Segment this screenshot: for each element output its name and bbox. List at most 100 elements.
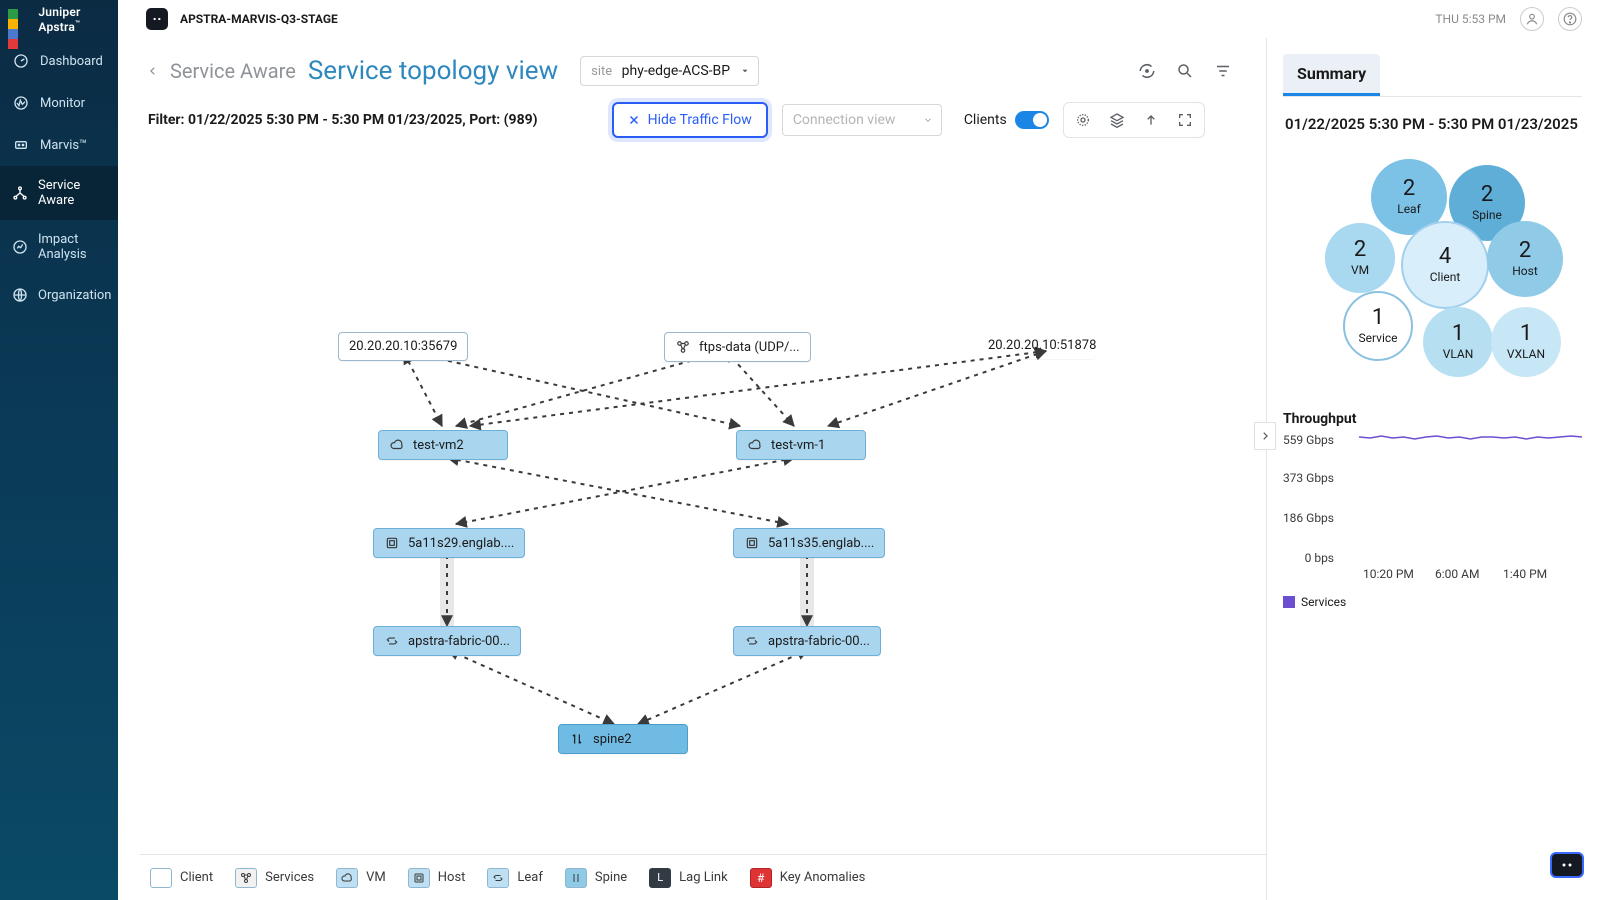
xtick: 10:20 PM	[1363, 567, 1414, 581]
node-spine[interactable]: spine2	[558, 724, 688, 754]
brand: Juniper Apstra™	[0, 0, 118, 38]
site-select[interactable]: site phy-edge-ACS-BP	[580, 56, 759, 86]
refresh-button[interactable]	[1134, 58, 1160, 84]
cloud-vm-icon	[389, 437, 405, 453]
bubble-vm[interactable]: 2VM	[1325, 223, 1395, 293]
ytick: 186 Gbps	[1264, 511, 1334, 525]
sidebar-item-label: Impact Analysis	[38, 232, 106, 262]
brand-name: Juniper Apstra™	[38, 5, 110, 34]
services-icon	[235, 868, 257, 888]
tab-summary[interactable]: Summary	[1283, 54, 1380, 96]
spine-switch-icon	[569, 731, 585, 747]
analysis-icon	[12, 238, 28, 256]
hide-traffic-button[interactable]: Hide Traffic Flow	[612, 102, 768, 138]
center-focus-button[interactable]	[1070, 107, 1096, 133]
connection-view-select[interactable]: Connection view	[782, 104, 942, 136]
node-label: test-vm-1	[771, 438, 825, 453]
node-label: 20.20.20.10:51878	[988, 338, 1096, 353]
topology-canvas[interactable]: 20.20.20.10:35679 ftps-data (UDP/... 20.…	[148, 168, 1256, 840]
legend-spine: Spine	[565, 868, 627, 888]
site-select-label: site	[591, 64, 612, 79]
leaf-switch-icon	[744, 633, 760, 649]
links-layer	[148, 168, 1256, 840]
throughput-legend: Services	[1283, 595, 1582, 609]
legend: Client Services VM Host Leaf Spine LLag …	[140, 854, 1266, 900]
node-leaf-1[interactable]: apstra-fabric-00...	[373, 626, 521, 656]
filter-button[interactable]	[1210, 58, 1236, 84]
layers-button[interactable]	[1104, 107, 1130, 133]
service-icon	[675, 339, 691, 355]
brand-logo-icon	[8, 9, 24, 29]
help-icon[interactable]	[1558, 7, 1582, 31]
node-label: 5a11s29.englab....	[408, 536, 514, 551]
fullscreen-button[interactable]	[1172, 107, 1198, 133]
activity-icon	[12, 94, 30, 112]
upload-button[interactable]	[1138, 107, 1164, 133]
page-title: Service topology view	[308, 56, 558, 86]
ytick: 559 Gbps	[1264, 433, 1334, 447]
throughput-sparkline	[1359, 431, 1582, 443]
sidebar-item-marvis[interactable]: Marvis™	[0, 124, 118, 166]
user-icon[interactable]	[1520, 7, 1544, 31]
bubble-vlan[interactable]: 1VLAN	[1423, 307, 1493, 377]
legend-host: Host	[408, 868, 466, 888]
main: Service Aware Service topology view site…	[118, 38, 1598, 900]
title-row: Service Aware Service topology view site…	[118, 38, 1266, 86]
caret-down-icon	[740, 66, 750, 76]
summary-panel: Summary 01/22/2025 5:30 PM - 5:30 PM 01/…	[1266, 38, 1598, 900]
node-label: apstra-fabric-00...	[408, 634, 510, 649]
summary-tabs: Summary	[1283, 54, 1582, 96]
bubble-client[interactable]: 4Client	[1401, 221, 1489, 309]
env-badge-icon	[146, 8, 168, 30]
legend-vm: VM	[336, 868, 386, 888]
node-service[interactable]: ftps-data (UDP/...	[664, 332, 811, 362]
sidebar-item-monitor[interactable]: Monitor	[0, 82, 118, 124]
node-host-2[interactable]: 5a11s35.englab....	[733, 528, 885, 558]
marvis-assistant-button[interactable]	[1550, 852, 1584, 878]
node-vm-2[interactable]: test-vm-1	[736, 430, 866, 460]
connection-view-placeholder: Connection view	[793, 112, 896, 128]
sidebar-item-impact-analysis[interactable]: Impact Analysis	[0, 220, 118, 274]
title-actions	[1134, 58, 1236, 84]
sidebar-item-label: Dashboard	[40, 54, 103, 69]
node-client-2[interactable]: 20.20.20.10:51878	[988, 332, 1096, 359]
vm-icon	[336, 868, 358, 888]
search-button[interactable]	[1172, 58, 1198, 84]
leaf-icon	[487, 868, 509, 888]
legend-swatch	[1283, 596, 1295, 608]
host-icon	[744, 535, 760, 551]
bubble-vxlan[interactable]: 1VXLAN	[1491, 307, 1561, 377]
xtick: 1:40 PM	[1503, 567, 1547, 581]
bot-icon	[12, 136, 30, 154]
legend-services: Services	[235, 868, 314, 888]
site-select-value: phy-edge-ACS-BP	[622, 63, 730, 79]
spine-icon	[565, 868, 587, 888]
globe-icon	[12, 286, 28, 304]
throughput-title: Throughput	[1283, 411, 1582, 427]
node-vm-1[interactable]: test-vm2	[378, 430, 508, 460]
node-label: ftps-data (UDP/...	[699, 340, 800, 355]
sidebar-item-organization[interactable]: Organization	[0, 274, 118, 316]
breadcrumb-parent[interactable]: Service Aware	[170, 59, 296, 83]
legend-anomalies: #Key Anomalies	[750, 868, 866, 888]
node-leaf-2[interactable]: apstra-fabric-00...	[733, 626, 881, 656]
node-client-1[interactable]: 20.20.20.10:35679	[338, 332, 468, 361]
filter-text: Filter: 01/22/2025 5:30 PM - 5:30 PM 01/…	[148, 112, 538, 128]
node-host-1[interactable]: 5a11s29.englab....	[373, 528, 525, 558]
summary-bubbles: 2Leaf 2Spine 2VM 4Client 2Host 1Service …	[1283, 151, 1582, 391]
ytick: 0 bps	[1264, 551, 1334, 565]
legend-label: Services	[1301, 595, 1346, 609]
xtick: 6:00 AM	[1435, 567, 1479, 581]
node-label: 5a11s35.englab....	[768, 536, 874, 551]
topbar: APSTRA-MARVIS-Q3-STAGE THU 5:53 PM	[118, 0, 1598, 38]
bubble-service[interactable]: 1Service	[1343, 291, 1413, 361]
node-label: spine2	[593, 732, 632, 747]
bubble-host[interactable]: 2Host	[1487, 221, 1563, 297]
back-button[interactable]	[148, 64, 158, 78]
node-label: 20.20.20.10:35679	[349, 339, 457, 354]
legend-lag: LLag Link	[649, 868, 728, 888]
sidebar-item-service-aware[interactable]: Service Aware	[0, 166, 118, 220]
legend-client: Client	[150, 868, 213, 888]
clients-toggle[interactable]	[1015, 111, 1049, 129]
sidebar-item-label: Marvis™	[40, 138, 87, 153]
